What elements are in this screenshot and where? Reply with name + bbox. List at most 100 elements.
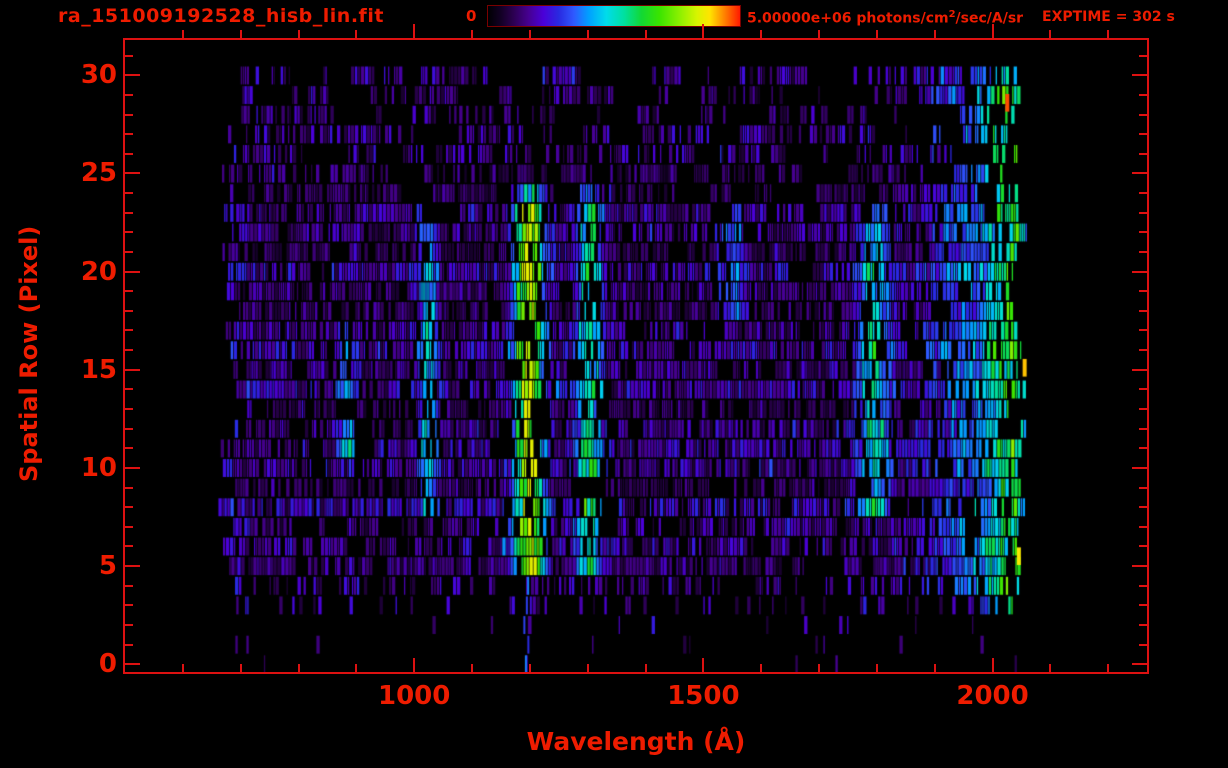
y-minor-tick-right [1139, 604, 1147, 606]
x-tick-label: 1000 [378, 681, 451, 711]
y-minor-tick [125, 604, 133, 606]
x-minor-tick [587, 664, 589, 672]
y-tick-label: 10 [80, 452, 117, 483]
y-minor-tick [125, 506, 133, 508]
x-minor-tick-top [529, 30, 531, 38]
x-major-tick [992, 658, 994, 672]
y-major-tick [125, 663, 140, 665]
y-minor-tick-right [1139, 506, 1147, 508]
x-minor-tick [1107, 664, 1109, 672]
y-minor-tick-right [1139, 408, 1147, 410]
y-major-tick [125, 271, 140, 273]
x-major-tick-top [413, 24, 415, 38]
y-minor-tick [125, 349, 133, 351]
y-minor-tick [125, 388, 133, 390]
y-minor-tick-right [1139, 526, 1147, 528]
y-minor-tick [125, 585, 133, 587]
colorbar-units-pre: photons/cm [851, 10, 949, 27]
y-minor-tick [125, 329, 133, 331]
y-minor-tick-right [1139, 585, 1147, 587]
y-major-tick-right [1132, 467, 1147, 469]
y-minor-tick-right [1139, 644, 1147, 646]
y-major-tick-right [1132, 663, 1147, 665]
x-axis-label: Wavelength (Å) [526, 727, 746, 756]
y-minor-tick-right [1139, 428, 1147, 430]
y-major-tick [125, 74, 140, 76]
x-major-tick [702, 658, 704, 672]
y-minor-tick [125, 408, 133, 410]
y-minor-tick [125, 55, 133, 57]
x-minor-tick-top [934, 30, 936, 38]
x-minor-tick [182, 664, 184, 672]
x-minor-tick-top [298, 30, 300, 38]
y-minor-tick-right [1139, 114, 1147, 116]
y-major-tick-right [1132, 565, 1147, 567]
y-major-tick [125, 467, 140, 469]
y-major-tick-right [1132, 369, 1147, 371]
file-title: ra_151009192528_hisb_lin.fit [58, 5, 384, 27]
x-minor-tick [760, 664, 762, 672]
x-minor-tick-top [876, 30, 878, 38]
y-minor-tick-right [1139, 487, 1147, 489]
colorbar-max-value: 5.00000e+06 [747, 10, 852, 27]
y-tick-label: 5 [98, 551, 117, 581]
y-minor-tick [125, 526, 133, 528]
x-minor-tick [645, 664, 647, 672]
y-tick-label: 30 [80, 60, 117, 91]
y-minor-tick-right [1139, 349, 1147, 351]
y-minor-tick [125, 192, 133, 194]
x-major-tick [413, 658, 415, 672]
y-minor-tick-right [1139, 290, 1147, 292]
y-minor-tick [125, 212, 133, 214]
colorbar-max-label: 5.00000e+06 photons/cm2/sec/A/sr [747, 9, 1023, 27]
y-major-tick [125, 172, 140, 174]
x-minor-tick [240, 664, 242, 672]
y-minor-tick-right [1139, 310, 1147, 312]
x-minor-tick [934, 664, 936, 672]
x-minor-tick [876, 664, 878, 672]
y-minor-tick [125, 624, 133, 626]
y-minor-tick-right [1139, 192, 1147, 194]
y-minor-tick [125, 290, 133, 292]
x-minor-tick [355, 664, 357, 672]
x-minor-tick-top [240, 30, 242, 38]
colorbar-units-sup: 2 [948, 9, 956, 20]
y-minor-tick-right [1139, 94, 1147, 96]
x-minor-tick-top [587, 30, 589, 38]
y-minor-tick-right [1139, 545, 1147, 547]
y-tick-label: 25 [80, 158, 117, 189]
x-minor-tick-top [1049, 30, 1051, 38]
y-minor-tick [125, 447, 133, 449]
x-minor-tick-top [182, 30, 184, 38]
x-major-tick-top [702, 24, 704, 38]
y-minor-tick-right [1139, 153, 1147, 155]
y-minor-tick-right [1139, 388, 1147, 390]
y-minor-tick-right [1139, 133, 1147, 135]
y-minor-tick [125, 231, 133, 233]
y-minor-tick [125, 545, 133, 547]
y-major-tick [125, 369, 140, 371]
y-minor-tick-right [1139, 447, 1147, 449]
x-minor-tick-top [355, 30, 357, 38]
y-minor-tick [125, 644, 133, 646]
x-minor-tick [298, 664, 300, 672]
y-tick-label: 20 [80, 256, 117, 287]
y-major-tick [125, 565, 140, 567]
y-minor-tick [125, 94, 133, 96]
colorbar-min-label: 0 [466, 7, 477, 25]
x-tick-label: 1500 [667, 681, 740, 711]
y-major-tick-right [1132, 271, 1147, 273]
y-minor-tick [125, 310, 133, 312]
x-minor-tick [1049, 664, 1051, 672]
y-minor-tick-right [1139, 55, 1147, 57]
y-minor-tick-right [1139, 624, 1147, 626]
x-minor-tick [471, 664, 473, 672]
exptime-label: EXPTIME = 302 s [1042, 9, 1175, 25]
y-minor-tick [125, 153, 133, 155]
x-minor-tick-top [471, 30, 473, 38]
y-minor-tick-right [1139, 251, 1147, 253]
y-minor-tick [125, 487, 133, 489]
x-minor-tick-top [760, 30, 762, 38]
y-minor-tick-right [1139, 212, 1147, 214]
y-minor-tick [125, 133, 133, 135]
